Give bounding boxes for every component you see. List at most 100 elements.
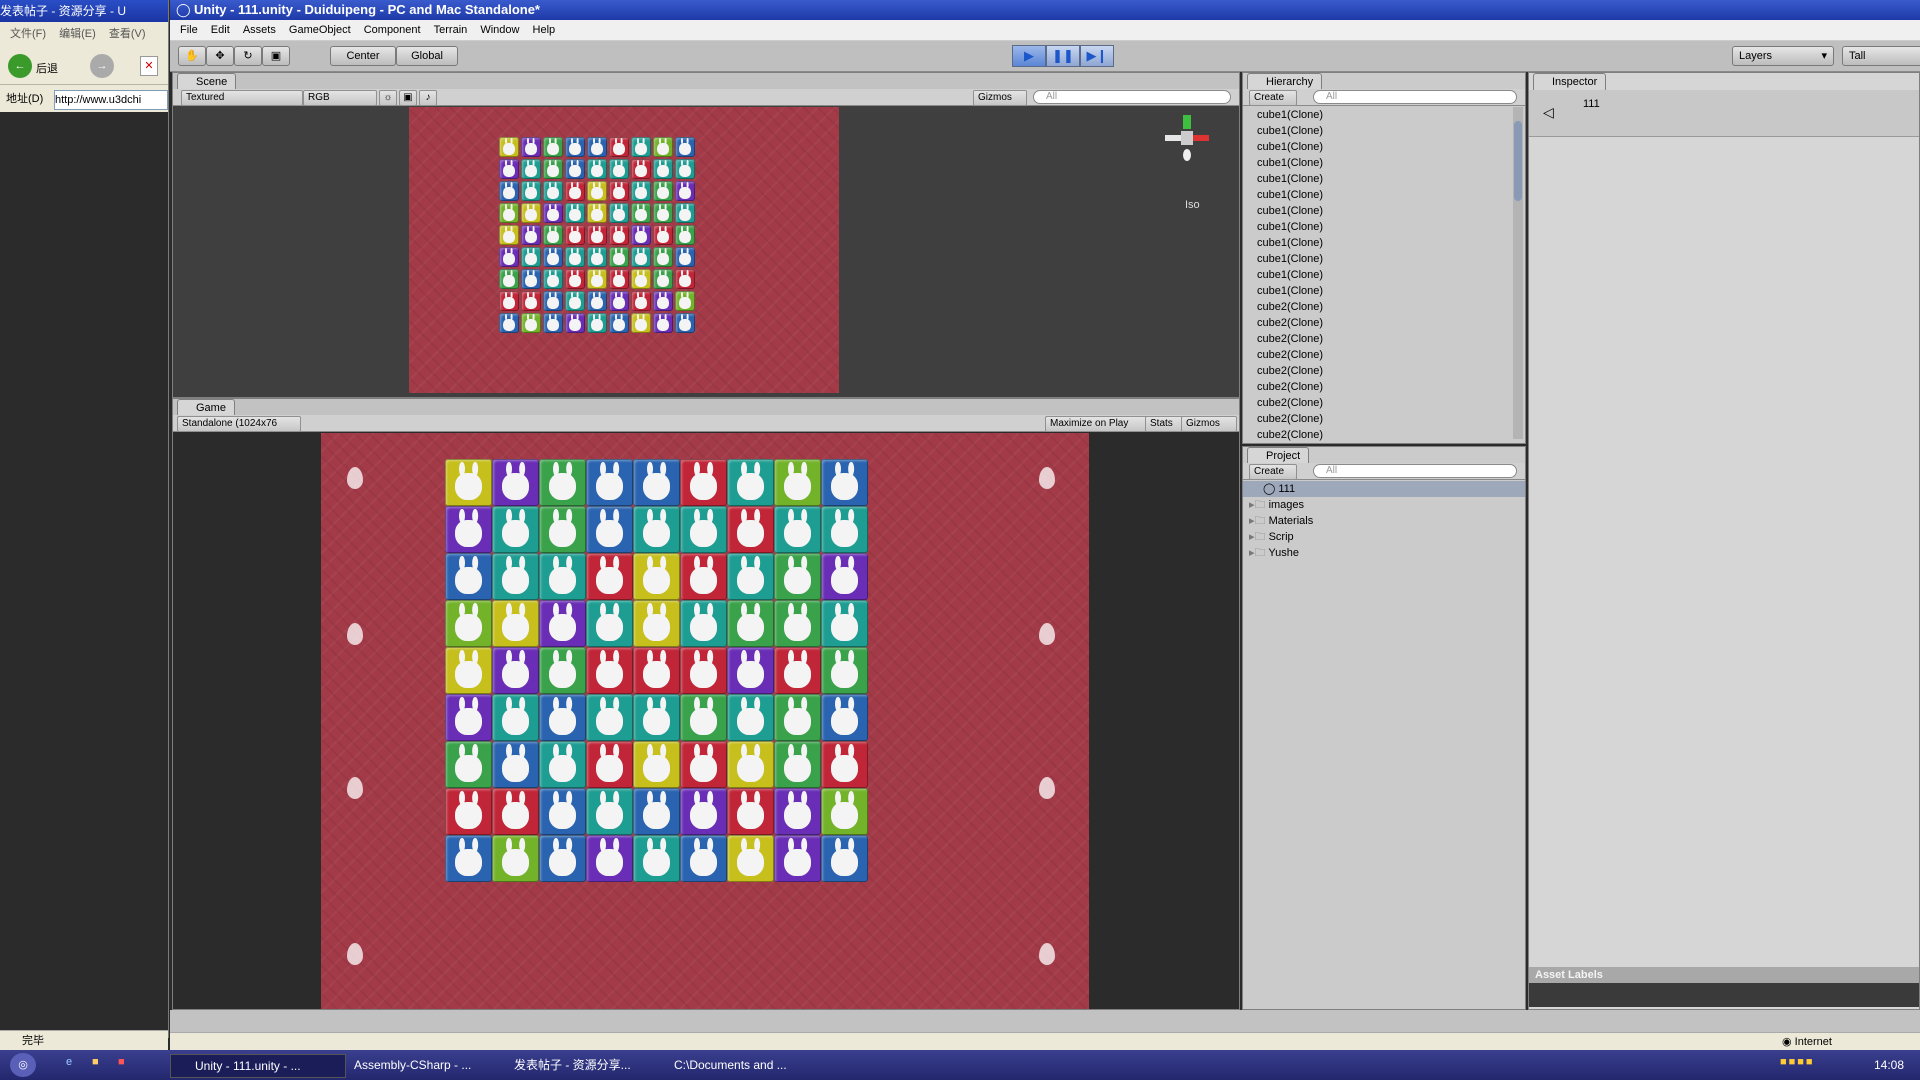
bunny-tile[interactable]	[539, 600, 586, 647]
bunny-tile[interactable]	[445, 694, 492, 741]
scale-tool-icon[interactable]: ▣	[262, 46, 290, 66]
menu-file[interactable]: File	[180, 24, 198, 36]
project-item-images[interactable]: ▸🗀 images	[1249, 497, 1304, 513]
hierarchy-scrollbar[interactable]	[1513, 107, 1523, 439]
taskbar-item-assembly[interactable]: Assembly-CSharp - ...	[330, 1054, 504, 1076]
pause-icon[interactable]: ❚❚	[1046, 45, 1080, 67]
menu-edit[interactable]: Edit	[211, 24, 230, 36]
lighting-icon[interactable]: ☼	[379, 90, 397, 106]
forward-icon[interactable]: →	[90, 54, 114, 78]
bunny-tile[interactable]	[586, 647, 633, 694]
step-icon[interactable]: ▶❙	[1080, 45, 1114, 67]
bunny-tile[interactable]	[727, 647, 774, 694]
hierarchy-item[interactable]: cube1(Clone)	[1257, 139, 1323, 155]
stop-icon[interactable]: ✕	[140, 56, 158, 76]
bunny-tile[interactable]	[633, 835, 680, 882]
hierarchy-item[interactable]: cube2(Clone)	[1257, 411, 1323, 427]
system-tray-icons[interactable]: ■■■■	[1780, 1056, 1870, 1074]
image-icon[interactable]: ▣	[399, 90, 417, 106]
audio-icon[interactable]: ♪	[419, 90, 437, 106]
bunny-tile[interactable]	[539, 553, 586, 600]
hierarchy-item[interactable]: cube2(Clone)	[1257, 427, 1323, 443]
start-icon[interactable]: ◎	[10, 1053, 36, 1077]
bunny-tile[interactable]	[445, 506, 492, 553]
bunny-tile[interactable]	[539, 647, 586, 694]
bunny-tile[interactable]	[492, 788, 539, 835]
bunny-tile[interactable]	[774, 694, 821, 741]
bunny-tile[interactable]	[680, 835, 727, 882]
bunny-tile[interactable]	[539, 459, 586, 506]
bunny-tile[interactable]	[821, 835, 868, 882]
tab-scene[interactable]: Scene	[177, 73, 237, 90]
bunny-tile[interactable]	[586, 459, 633, 506]
bunny-tile[interactable]	[821, 788, 868, 835]
layers-dropdown[interactable]: Layers ▾	[1732, 46, 1834, 66]
bunny-tile[interactable]	[539, 741, 586, 788]
menu-window[interactable]: Window	[480, 24, 519, 36]
project-item-materials[interactable]: ▸🗀 Materials	[1249, 513, 1313, 529]
bunny-tile[interactable]	[821, 600, 868, 647]
ie-quicklaunch-icon[interactable]: e	[66, 1056, 82, 1072]
hierarchy-item[interactable]: cube2(Clone)	[1257, 331, 1323, 347]
bunny-tile[interactable]	[492, 506, 539, 553]
stats-toggle[interactable]: Stats	[1145, 416, 1183, 432]
bunny-tile[interactable]	[774, 835, 821, 882]
bunny-tile[interactable]	[633, 741, 680, 788]
bunny-tile[interactable]	[774, 788, 821, 835]
hierarchy-item[interactable]: cube2(Clone)	[1257, 379, 1323, 395]
bunny-tile[interactable]	[821, 741, 868, 788]
game-gizmos-dropdown[interactable]: Gizmos	[1181, 416, 1237, 432]
bunny-tile[interactable]	[539, 506, 586, 553]
bunny-tile[interactable]	[821, 647, 868, 694]
play-icon[interactable]: ▶	[1012, 45, 1046, 67]
bunny-tile[interactable]	[445, 647, 492, 694]
bunny-tile[interactable]	[586, 553, 633, 600]
browser-menu-view[interactable]: 查看(V)	[109, 28, 146, 40]
hierarchy-item[interactable]: cube1(Clone)	[1257, 219, 1323, 235]
project-search-input[interactable]: All	[1313, 464, 1517, 478]
bunny-tile[interactable]	[539, 788, 586, 835]
move-tool-icon[interactable]: ✥	[206, 46, 234, 66]
space-global-button[interactable]: Global	[396, 46, 458, 66]
hand-tool-icon[interactable]: ✋	[178, 46, 206, 66]
bunny-tile[interactable]	[774, 600, 821, 647]
bunny-tile[interactable]	[445, 600, 492, 647]
back-icon[interactable]: ←	[8, 54, 32, 78]
back-button[interactable]: 后退	[36, 60, 58, 76]
hierarchy-item[interactable]: cube1(Clone)	[1257, 123, 1323, 139]
rotate-tool-icon[interactable]: ↻	[234, 46, 262, 66]
scene-gizmo-icon[interactable]	[1163, 113, 1211, 173]
hierarchy-item[interactable]: cube2(Clone)	[1257, 363, 1323, 379]
render-mode-dropdown[interactable]: Textured	[181, 90, 303, 106]
hierarchy-item[interactable]: cube1(Clone)	[1257, 155, 1323, 171]
bunny-tile[interactable]	[680, 741, 727, 788]
menu-help[interactable]: Help	[533, 24, 556, 36]
hierarchy-item[interactable]: cube1(Clone)	[1257, 235, 1323, 251]
bunny-tile[interactable]	[492, 647, 539, 694]
tab-inspector[interactable]: Inspector	[1533, 73, 1607, 90]
tab-project[interactable]: Project	[1247, 447, 1310, 464]
bunny-tile[interactable]	[821, 459, 868, 506]
bunny-tile[interactable]	[680, 647, 727, 694]
bunny-tile[interactable]	[633, 647, 680, 694]
bunny-tile[interactable]	[821, 506, 868, 553]
bunny-tile[interactable]	[586, 835, 633, 882]
bunny-tile[interactable]	[586, 506, 633, 553]
bunny-tile[interactable]	[586, 694, 633, 741]
browser-menu-file[interactable]: 文件(F)	[10, 28, 46, 40]
hierarchy-item[interactable]: cube1(Clone)	[1257, 267, 1323, 283]
app-quicklaunch-icon[interactable]: ■	[118, 1056, 134, 1072]
bunny-tile[interactable]	[633, 459, 680, 506]
hierarchy-item[interactable]: cube1(Clone)	[1257, 283, 1323, 299]
bunny-tile[interactable]	[727, 553, 774, 600]
bunny-tile[interactable]	[586, 600, 633, 647]
bunny-tile[interactable]	[774, 741, 821, 788]
tab-game[interactable]: Game	[177, 399, 235, 416]
bunny-tile[interactable]	[680, 694, 727, 741]
hierarchy-item[interactable]: cube2(Clone)	[1257, 347, 1323, 363]
bunny-tile[interactable]	[633, 600, 680, 647]
bunny-tile[interactable]	[727, 694, 774, 741]
bunny-tile[interactable]	[445, 741, 492, 788]
taskbar-item-unity[interactable]: Unity - 111.unity - ...	[170, 1054, 346, 1078]
scene-search-input[interactable]: All	[1033, 90, 1231, 104]
